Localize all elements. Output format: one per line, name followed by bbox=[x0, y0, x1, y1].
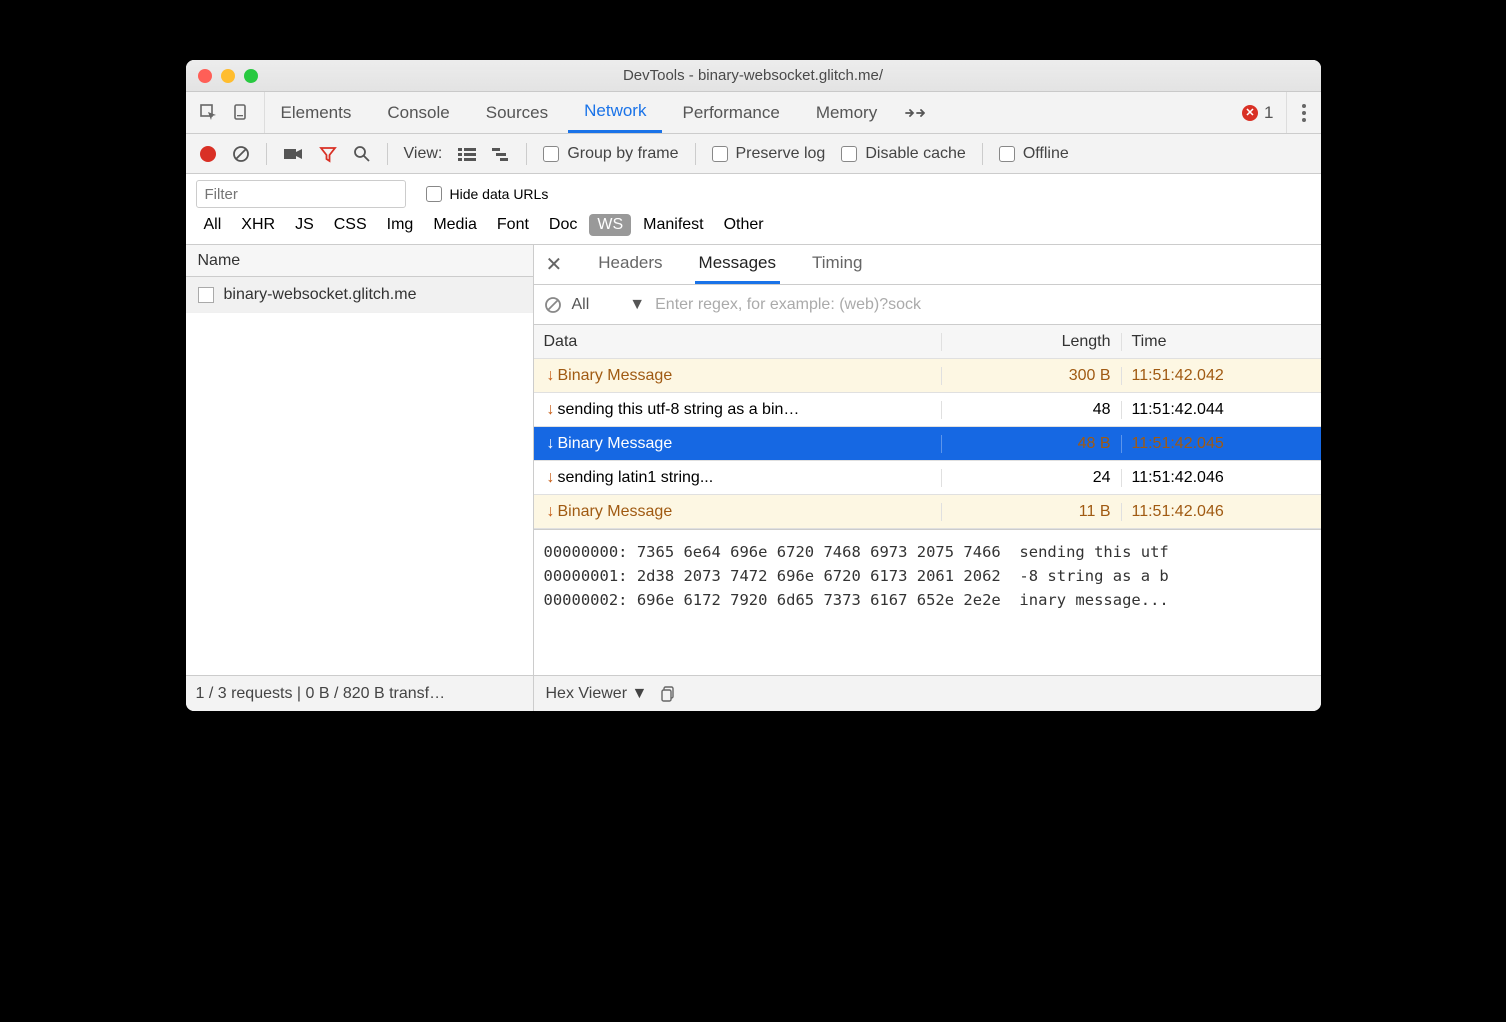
network-toolbar: View: Group by frame Preserve log Disabl… bbox=[186, 134, 1321, 174]
status-right: Hex Viewer ▼ bbox=[534, 676, 1321, 711]
messages-table: Data Length Time ↓Binary Message 300 B 1… bbox=[534, 325, 1321, 529]
message-row[interactable]: ↓sending this utf-8 string as a bin… 48 … bbox=[534, 393, 1321, 427]
filter-input[interactable] bbox=[196, 180, 406, 208]
messages-filter-bar: All ▼ Enter regex, for example: (web)?so… bbox=[534, 285, 1321, 325]
group-by-frame-checkbox[interactable]: Group by frame bbox=[543, 145, 678, 163]
tab-console[interactable]: Console bbox=[371, 92, 465, 133]
copy-icon[interactable] bbox=[661, 686, 677, 702]
clear-messages-icon[interactable] bbox=[544, 296, 562, 314]
zoom-window-button[interactable] bbox=[244, 69, 258, 83]
settings-menu-icon[interactable] bbox=[1287, 103, 1321, 123]
col-length: Length bbox=[941, 333, 1121, 351]
request-name: binary-websocket.glitch.me bbox=[224, 286, 417, 304]
tab-elements[interactable]: Elements bbox=[265, 92, 368, 133]
hex-viewer-select[interactable]: Hex Viewer ▼ bbox=[546, 685, 648, 703]
requests-pane: Name binary-websocket.glitch.me bbox=[186, 245, 534, 675]
hex-viewer[interactable]: 00000000: 7365 6e64 696e 6720 7468 6973 … bbox=[534, 529, 1321, 675]
status-left: 1 / 3 requests | 0 B / 820 B transf… bbox=[186, 676, 534, 711]
devtools-window: DevTools - binary-websocket.glitch.me/ E… bbox=[186, 60, 1321, 711]
view-label: View: bbox=[404, 145, 443, 163]
message-type-select[interactable]: All ▼ bbox=[572, 296, 646, 314]
filter-other[interactable]: Other bbox=[716, 214, 772, 236]
window-title: DevTools - binary-websocket.glitch.me/ bbox=[186, 67, 1321, 84]
toolbar-divider-5 bbox=[982, 143, 983, 165]
more-tabs-icon[interactable] bbox=[893, 106, 937, 120]
tab-network[interactable]: Network bbox=[568, 92, 662, 133]
filter-font[interactable]: Font bbox=[489, 214, 537, 236]
error-count: 1 bbox=[1264, 103, 1273, 123]
dropdown-icon: ▼ bbox=[629, 296, 645, 314]
clear-icon[interactable] bbox=[232, 145, 250, 163]
minimize-window-button[interactable] bbox=[221, 69, 235, 83]
filter-all[interactable]: All bbox=[196, 214, 230, 236]
arrow-down-icon: ↓ bbox=[544, 503, 558, 521]
waterfall-icon[interactable] bbox=[492, 147, 510, 161]
filter-manifest[interactable]: Manifest bbox=[635, 214, 711, 236]
arrow-down-icon: ↓ bbox=[544, 401, 558, 419]
offline-checkbox[interactable]: Offline bbox=[999, 145, 1069, 163]
filter-ws[interactable]: WS bbox=[589, 214, 631, 236]
disable-cache-checkbox[interactable]: Disable cache bbox=[841, 145, 966, 163]
filter-img[interactable]: Img bbox=[379, 214, 422, 236]
col-data: Data bbox=[534, 333, 941, 351]
message-row[interactable]: ↓Binary Message 300 B 11:51:42.042 bbox=[534, 359, 1321, 393]
main-tabstrip: Elements Console Sources Network Perform… bbox=[186, 92, 1321, 134]
content-area: Name binary-websocket.glitch.me ✕ Header… bbox=[186, 245, 1321, 675]
tab-performance[interactable]: Performance bbox=[666, 92, 795, 133]
tab-messages[interactable]: Messages bbox=[695, 245, 780, 284]
device-toggle-icon[interactable] bbox=[232, 104, 250, 122]
arrow-down-icon: ↓ bbox=[544, 469, 558, 487]
requests-header[interactable]: Name bbox=[186, 245, 533, 277]
filter-doc[interactable]: Doc bbox=[541, 214, 585, 236]
error-counter[interactable]: ✕ 1 bbox=[1230, 92, 1286, 133]
close-window-button[interactable] bbox=[198, 69, 212, 83]
titlebar: DevTools - binary-websocket.glitch.me/ bbox=[186, 60, 1321, 92]
panel-tabs: Elements Console Sources Network Perform… bbox=[265, 92, 894, 133]
tab-timing[interactable]: Timing bbox=[808, 245, 866, 284]
error-badge-icon: ✕ bbox=[1242, 105, 1258, 121]
filter-icon[interactable] bbox=[319, 145, 337, 163]
tab-headers[interactable]: Headers bbox=[594, 245, 666, 284]
filter-media[interactable]: Media bbox=[425, 214, 485, 236]
toolbar-divider-3 bbox=[526, 143, 527, 165]
camera-icon[interactable] bbox=[283, 147, 303, 161]
hide-data-urls-checkbox[interactable]: Hide data URLs bbox=[426, 186, 549, 202]
detail-tabs: ✕ Headers Messages Timing bbox=[534, 245, 1321, 285]
message-row[interactable]: ↓Binary Message 48 B 11:51:42.045 bbox=[534, 427, 1321, 461]
arrow-down-icon: ↓ bbox=[544, 435, 558, 453]
messages-table-header[interactable]: Data Length Time bbox=[534, 325, 1321, 359]
regex-filter-input[interactable]: Enter regex, for example: (web)?sock bbox=[655, 296, 1310, 314]
filter-bar: Hide data URLs All XHR JS CSS Img Media … bbox=[186, 174, 1321, 245]
type-filters: All XHR JS CSS Img Media Font Doc WS Man… bbox=[196, 214, 1311, 244]
window-controls bbox=[198, 69, 258, 83]
toolbar-divider-4 bbox=[695, 143, 696, 165]
record-button[interactable] bbox=[200, 146, 216, 162]
search-icon[interactable] bbox=[353, 145, 371, 163]
tab-memory[interactable]: Memory bbox=[800, 92, 893, 133]
request-row-icon bbox=[198, 287, 214, 303]
filter-css[interactable]: CSS bbox=[326, 214, 375, 236]
status-bar: 1 / 3 requests | 0 B / 820 B transf… Hex… bbox=[186, 675, 1321, 711]
filter-xhr[interactable]: XHR bbox=[233, 214, 283, 236]
toolbar-divider-2 bbox=[387, 143, 388, 165]
col-time: Time bbox=[1121, 333, 1321, 351]
toolbar-divider bbox=[266, 143, 267, 165]
inspect-icon[interactable] bbox=[200, 104, 218, 122]
large-rows-icon[interactable] bbox=[458, 147, 476, 161]
request-row[interactable]: binary-websocket.glitch.me bbox=[186, 277, 533, 313]
filter-js[interactable]: JS bbox=[287, 214, 322, 236]
message-row[interactable]: ↓sending latin1 string... 24 11:51:42.04… bbox=[534, 461, 1321, 495]
arrow-down-icon: ↓ bbox=[544, 367, 558, 385]
preserve-log-checkbox[interactable]: Preserve log bbox=[712, 145, 826, 163]
message-row[interactable]: ↓Binary Message 11 B 11:51:42.046 bbox=[534, 495, 1321, 529]
close-detail-icon[interactable]: ✕ bbox=[546, 252, 567, 277]
tab-sources[interactable]: Sources bbox=[470, 92, 564, 133]
detail-pane: ✕ Headers Messages Timing All ▼ Enter re… bbox=[534, 245, 1321, 675]
